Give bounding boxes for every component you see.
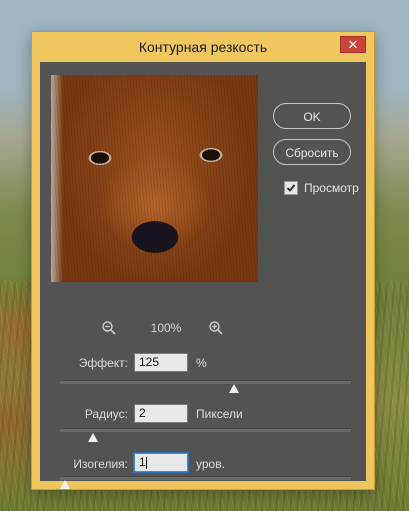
- radius-slider-thumb[interactable]: [88, 433, 99, 442]
- threshold-slider-track[interactable]: [60, 476, 351, 480]
- threshold-value: 1: [139, 455, 146, 469]
- preview-image-edge: [51, 75, 63, 282]
- dialog-content: 100% OK Сбросить Просмотр Эффект: 125 %: [40, 62, 366, 489]
- amount-unit: %: [196, 356, 207, 370]
- close-button[interactable]: ✕: [340, 36, 366, 53]
- threshold-slider-thumb[interactable]: [60, 480, 70, 489]
- zoom-level: 100%: [150, 321, 182, 335]
- preview-image[interactable]: [51, 75, 258, 282]
- zoom-out-icon[interactable]: [101, 320, 117, 336]
- radius-unit: Пиксели: [196, 407, 243, 421]
- threshold-unit: уров.: [196, 457, 225, 471]
- radius-input[interactable]: 2: [134, 404, 188, 423]
- dialog-title: Контурная резкость: [138, 39, 268, 55]
- text-caret: [145, 456, 147, 469]
- dialog-titlebar[interactable]: Контурная резкость ✕: [32, 32, 374, 62]
- ok-button[interactable]: OK: [273, 103, 351, 129]
- amount-slider-track[interactable]: [60, 380, 351, 384]
- zoom-controls: 100%: [51, 319, 258, 337]
- amount-slider-thumb[interactable]: [228, 384, 239, 393]
- radius-label: Радиус:: [84, 407, 128, 421]
- preview-checkbox[interactable]: [284, 181, 298, 195]
- amount-label: Эффект:: [78, 356, 128, 370]
- radius-slider-track[interactable]: [60, 428, 351, 432]
- threshold-label: Изогелия:: [73, 457, 128, 471]
- amount-input[interactable]: 125: [134, 353, 188, 372]
- zoom-in-icon[interactable]: [208, 320, 224, 336]
- preview-checkbox-label[interactable]: Просмотр: [304, 181, 359, 195]
- threshold-input[interactable]: 1: [134, 453, 188, 472]
- unsharp-mask-dialog: Контурная резкость ✕ 100% OK Сбросить Пр…: [32, 32, 374, 489]
- checkmark-icon: [286, 184, 296, 192]
- reset-button[interactable]: Сбросить: [273, 139, 351, 165]
- close-icon: ✕: [347, 37, 359, 52]
